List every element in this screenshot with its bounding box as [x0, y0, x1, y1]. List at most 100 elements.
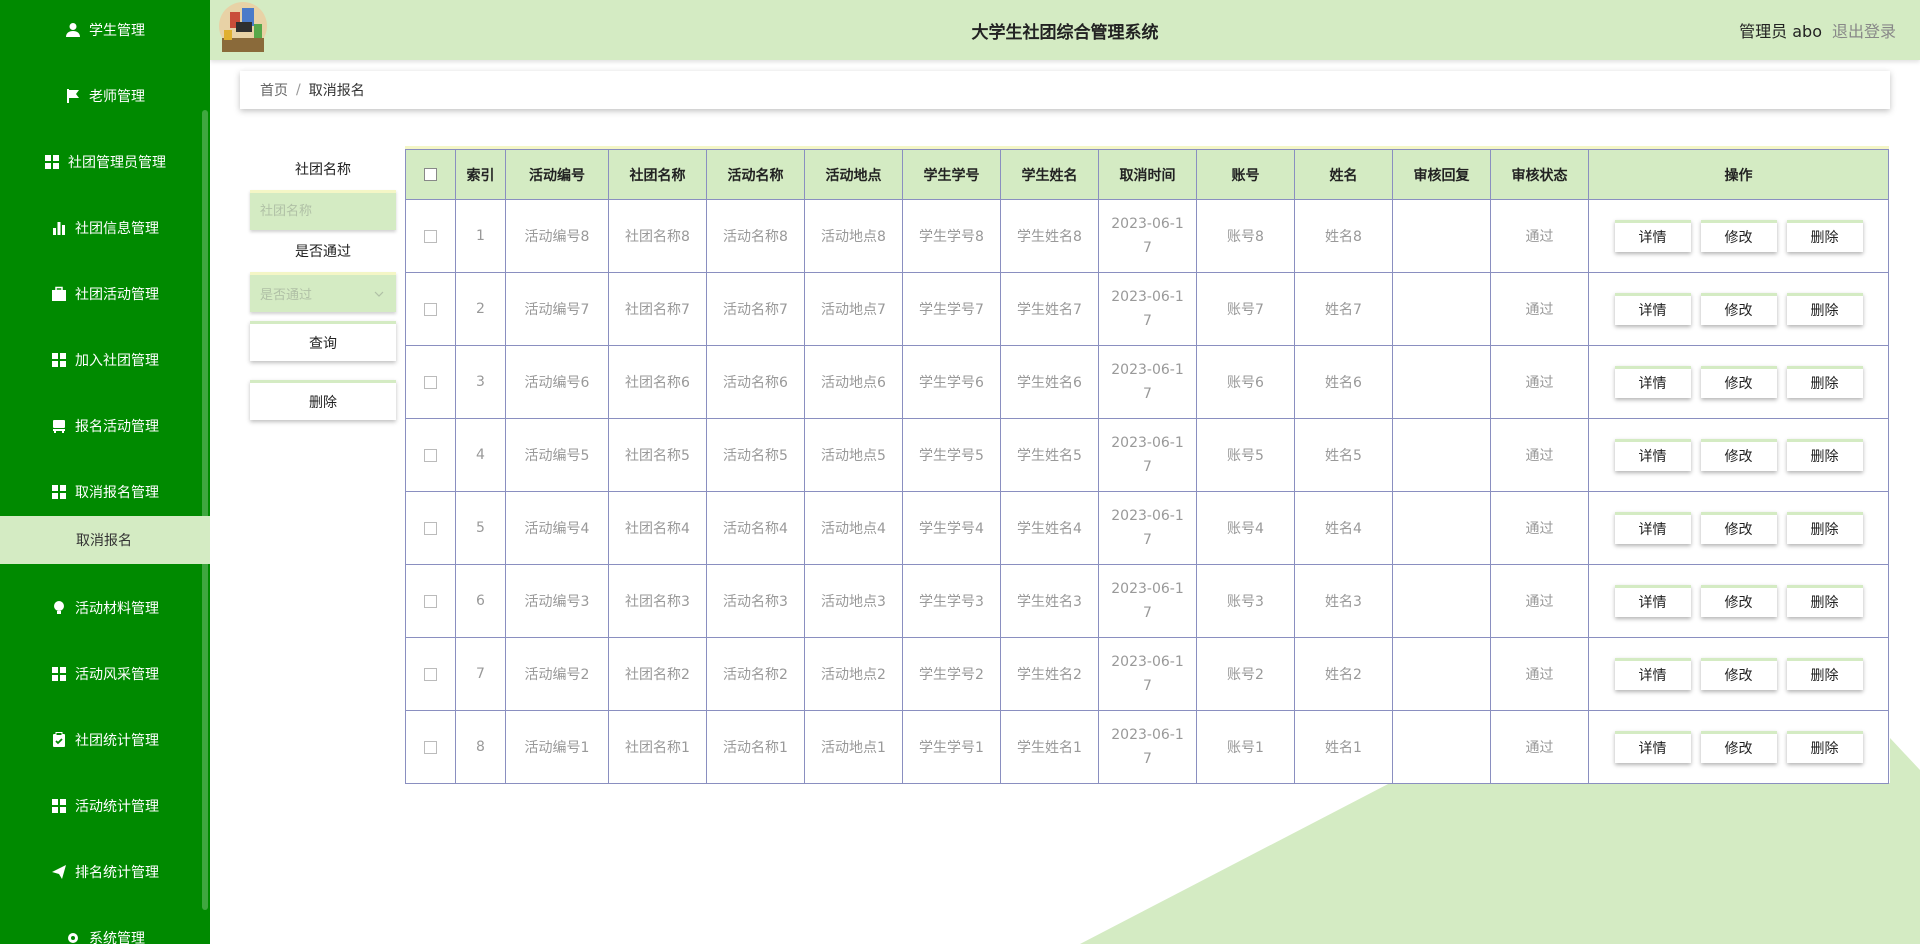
edit-button[interactable]: 修改: [1700, 220, 1777, 252]
row-checkbox[interactable]: [424, 594, 437, 608]
detail-button[interactable]: 详情: [1614, 293, 1691, 325]
actions-cell: 详情 修改 删除: [1588, 637, 1889, 711]
approved-select[interactable]: 是否通过: [250, 272, 396, 312]
column-header: 姓名: [1294, 149, 1393, 200]
delete-button[interactable]: 删除: [1786, 366, 1863, 398]
delete-button[interactable]: 删除: [1786, 585, 1863, 617]
table-cell-name: 姓名5: [1294, 418, 1393, 492]
detail-button[interactable]: 详情: [1614, 220, 1691, 252]
sidebar-item-join-club[interactable]: 加入社团管理: [0, 327, 210, 393]
table-cell-club: 社团名称7: [608, 272, 707, 346]
club-name-input[interactable]: [250, 190, 396, 230]
detail-button[interactable]: 详情: [1614, 731, 1691, 763]
cancel-time-line2: 7: [1143, 678, 1152, 694]
delete-selected-button[interactable]: 删除: [250, 380, 396, 420]
sidebar-item-label: 活动风采管理: [75, 667, 159, 683]
user-icon: [65, 22, 81, 38]
sidebar-item-club-info[interactable]: 社团信息管理: [0, 195, 210, 261]
edit-button[interactable]: 修改: [1700, 293, 1777, 325]
bulb-icon: [51, 600, 67, 616]
table-cell-place: 活动地点3: [804, 564, 903, 638]
table-cell-club: 社团名称1: [608, 710, 707, 784]
detail-button[interactable]: 详情: [1614, 585, 1691, 617]
breadcrumb-home[interactable]: 首页: [260, 80, 288, 100]
detail-button[interactable]: 详情: [1614, 658, 1691, 690]
cancel-time-line1: 2023-06-1: [1111, 508, 1184, 524]
sidebar-item-club-activity[interactable]: 社团活动管理: [0, 261, 210, 327]
table-cell-index: 7: [455, 637, 506, 711]
column-header: 审核状态: [1490, 149, 1589, 200]
table-cell-student-no: 学生学号1: [902, 710, 1001, 784]
clipboard-icon: [51, 732, 67, 748]
sidebar-item-system[interactable]: 系统管理: [0, 905, 210, 944]
select-all-checkbox[interactable]: [424, 168, 437, 181]
data-table-container: 索引 活动编号 社团名称 活动名称 活动地点 学生学号 学生姓名 取消时间 账号…: [405, 146, 1889, 784]
cancel-time-cell: 2023-06-1 7: [1098, 418, 1197, 492]
row-checkbox[interactable]: [424, 667, 437, 681]
table-cell-club: 社团名称4: [608, 491, 707, 565]
grid-icon: [51, 484, 67, 500]
table-cell-activity-name: 活动名称8: [706, 199, 805, 273]
logout-link[interactable]: 退出登录: [1832, 18, 1896, 42]
grid-icon: [51, 666, 67, 682]
delete-button[interactable]: 删除: [1786, 439, 1863, 471]
column-header: 账号: [1196, 149, 1295, 200]
sidebar-item-activity-stats[interactable]: 活动统计管理: [0, 773, 210, 839]
table-row: 1 活动编号8 社团名称8 活动名称8 活动地点8 学生学号8 学生姓名8 2023-06-1…: [405, 199, 1889, 273]
sidebar-item-label: 学生管理: [89, 23, 145, 39]
query-button[interactable]: 查询: [250, 321, 396, 361]
sidebar-item-activity-style[interactable]: 活动风采管理: [0, 641, 210, 707]
sidebar-item-signup-activity[interactable]: 报名活动管理: [0, 393, 210, 459]
edit-button[interactable]: 修改: [1700, 512, 1777, 544]
edit-button[interactable]: 修改: [1700, 439, 1777, 471]
row-checkbox[interactable]: [424, 521, 437, 535]
sidebar-item-club-stats[interactable]: 社团统计管理: [0, 707, 210, 773]
row-checkbox[interactable]: [424, 740, 437, 754]
delete-button[interactable]: 删除: [1786, 731, 1863, 763]
detail-button[interactable]: 详情: [1614, 366, 1691, 398]
sidebar-item-ranking-stats[interactable]: 排名统计管理: [0, 839, 210, 905]
cancel-time-line1: 2023-06-1: [1111, 435, 1184, 451]
edit-button[interactable]: 修改: [1700, 585, 1777, 617]
cancel-time-cell: 2023-06-1 7: [1098, 345, 1197, 419]
cancel-time-line2: 7: [1143, 240, 1152, 256]
club-name-label: 社团名称: [295, 162, 351, 178]
edit-button[interactable]: 修改: [1700, 658, 1777, 690]
sidebar-item-activity-material[interactable]: 活动材料管理: [0, 575, 210, 641]
table-cell-reply: [1392, 564, 1491, 638]
table-cell-name: 姓名4: [1294, 491, 1393, 565]
table-cell-activity-no: 活动编号6: [505, 345, 609, 419]
table-cell-activity-no: 活动编号8: [505, 199, 609, 273]
delete-button[interactable]: 删除: [1786, 658, 1863, 690]
detail-button[interactable]: 详情: [1614, 439, 1691, 471]
actions-cell: 详情 修改 删除: [1588, 491, 1889, 565]
flag-icon: [65, 88, 81, 104]
row-checkbox[interactable]: [424, 302, 437, 316]
cancel-time-cell: 2023-06-1 7: [1098, 710, 1197, 784]
table-row: 8 活动编号1 社团名称1 活动名称1 活动地点1 学生学号1 学生姓名1 2023-06-1…: [405, 710, 1889, 784]
sidebar-item-label: 社团信息管理: [75, 221, 159, 237]
cancel-time-cell: 2023-06-1 7: [1098, 564, 1197, 638]
cancel-time-line2: 7: [1143, 532, 1152, 548]
cancel-time-line1: 2023-06-1: [1111, 362, 1184, 378]
row-checkbox[interactable]: [424, 229, 437, 243]
row-checkbox[interactable]: [424, 375, 437, 389]
delete-button[interactable]: 删除: [1786, 512, 1863, 544]
delete-button[interactable]: 删除: [1786, 220, 1863, 252]
delete-button[interactable]: 删除: [1786, 293, 1863, 325]
table-cell-account: 账号6: [1196, 345, 1295, 419]
table-row: 6 活动编号3 社团名称3 活动名称3 活动地点3 学生学号3 学生姓名3 2023-06-1…: [405, 564, 1889, 638]
sidebar-item-student[interactable]: 学生管理: [0, 0, 210, 63]
column-header: 社团名称: [608, 149, 707, 200]
sidebar-item-teacher[interactable]: 老师管理: [0, 63, 210, 129]
sidebar-item-label: 活动统计管理: [75, 799, 159, 815]
edit-button[interactable]: 修改: [1700, 366, 1777, 398]
row-checkbox[interactable]: [424, 448, 437, 462]
edit-button[interactable]: 修改: [1700, 731, 1777, 763]
table-cell-student-name: 学生姓名5: [1000, 418, 1099, 492]
grid-icon: [51, 798, 67, 814]
sidebar-item-club-admin[interactable]: 社团管理员管理: [0, 129, 210, 195]
detail-button[interactable]: 详情: [1614, 512, 1691, 544]
table-row: 4 活动编号5 社团名称5 活动名称5 活动地点5 学生学号5 学生姓名5 2023-06-1…: [405, 418, 1889, 492]
sidebar-subitem-cancel-signup[interactable]: 取消报名: [0, 516, 210, 564]
